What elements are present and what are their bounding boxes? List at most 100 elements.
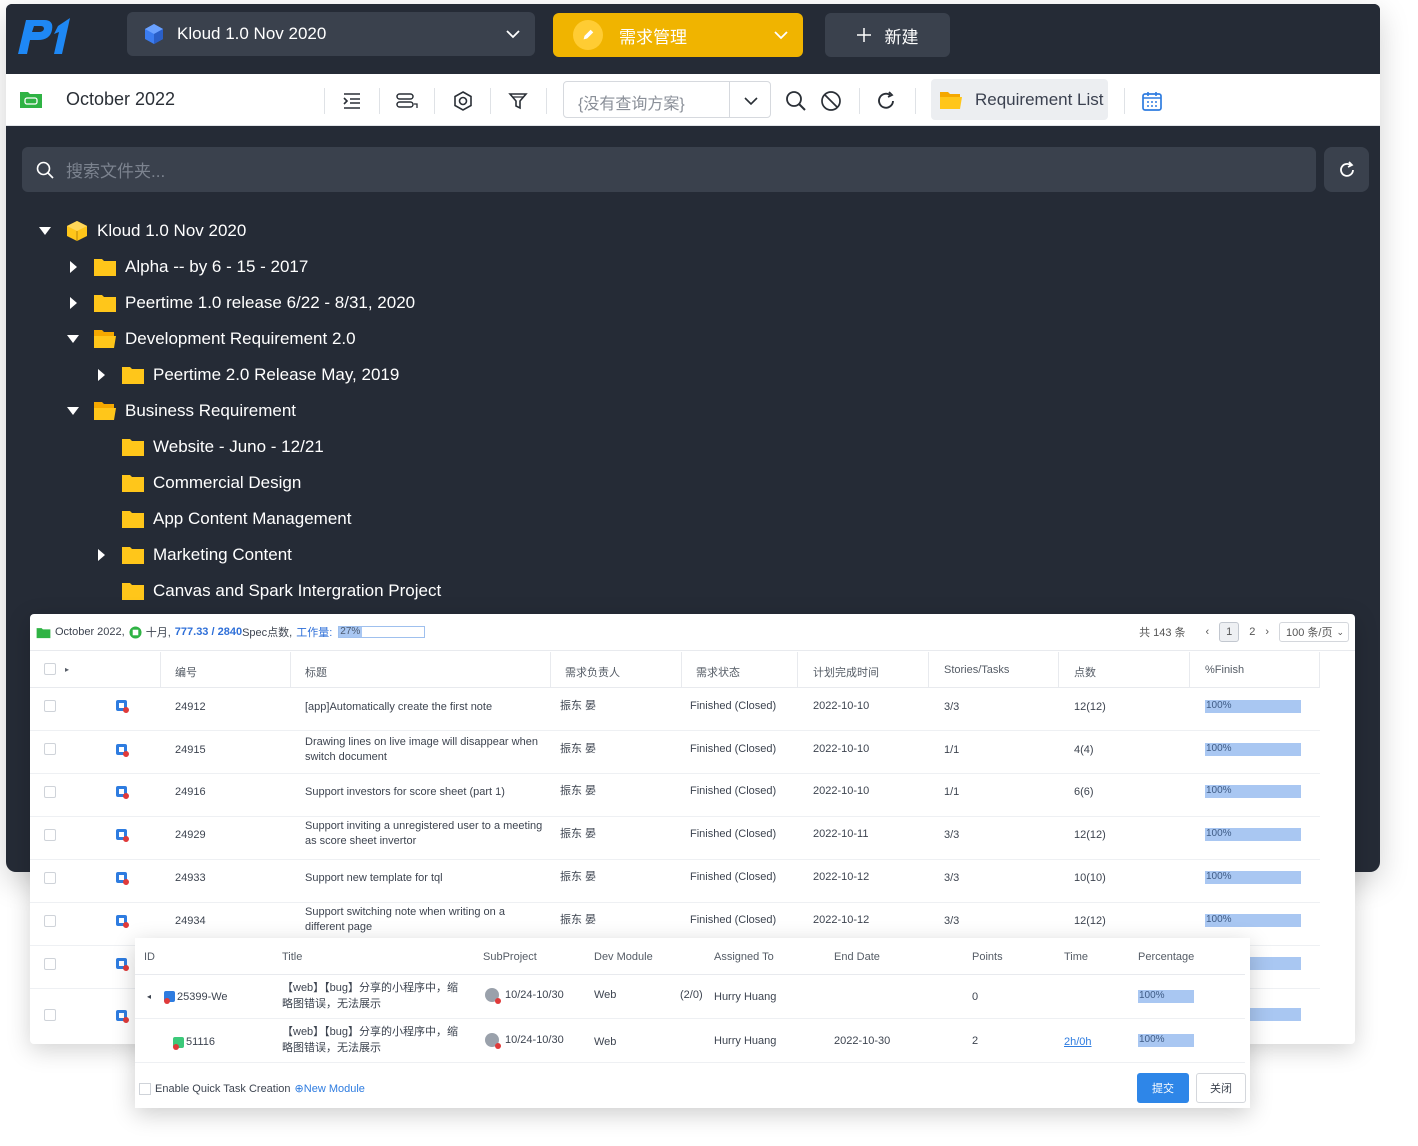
row-checkbox[interactable] [44,915,56,927]
tree-node-peertime-2[interactable]: Peertime 2.0 Release May, 2019 [94,360,399,390]
tree-node-commercial-design[interactable]: Commercial Design [122,468,301,498]
subtask-row[interactable]: 51116 【web】【bug】分享的小程序中，缩 略图错误，无法展示 10/2… [135,1019,1245,1063]
project-select[interactable]: Kloud 1.0 Nov 2020 [127,12,535,56]
row-id[interactable]: 24912 [175,700,206,715]
col-header-finish[interactable]: %Finish [1205,664,1244,676]
subtask-assigned[interactable]: Hurry Huang [714,990,776,1005]
prev-page-icon[interactable]: ‹ [1206,626,1210,638]
subtask-time-link[interactable]: 2h/0h [1064,1035,1092,1050]
tree-node-app-content[interactable]: App Content Management [122,504,351,534]
subtask-id[interactable]: 51116 [186,1035,215,1050]
tree-node-peertime-1[interactable]: Peertime 1.0 release 6/22 - 8/31, 2020 [66,288,415,318]
col-header-points[interactable]: 点数 [1074,664,1096,680]
subtask-subproject: 10/24-10/30 [485,988,564,1005]
row-checkbox[interactable] [44,700,56,712]
page-1-button[interactable]: 1 [1219,622,1240,642]
next-page-icon[interactable]: › [1265,626,1269,638]
col-header-title[interactable]: 标题 [305,664,327,680]
page-2-button[interactable]: 2 [1249,626,1255,638]
filter-icon[interactable] [505,88,531,114]
workload-label: 工作量: [296,627,333,639]
requirement-type-icon [116,915,129,928]
query-scheme-select[interactable]: {没有查询方案} [563,81,771,118]
row-title-line2[interactable]: as score sheet invertor [305,834,416,849]
indent-icon[interactable] [339,88,365,114]
add-circle-icon[interactable]: ⊕ [295,1082,304,1095]
page-size-select[interactable]: 100 条/页 ⌄ [1279,622,1349,642]
quick-create-checkbox[interactable] [139,1082,151,1095]
subtask-id[interactable]: 25399-We [177,990,228,1005]
folder-search-input[interactable]: 搜索文件夹... [22,147,1316,192]
row-title-line2[interactable]: switch document [305,750,387,765]
row-checkbox[interactable] [44,958,56,970]
table-row[interactable]: 24912 [app]Automatically create the firs… [30,688,1320,731]
tree-node-label: App Content Management [153,509,352,528]
row-title[interactable]: Support switching note when writing on a [305,905,505,920]
tree-node-canvas-spark[interactable]: Canvas and Spark Intergration Project [122,576,441,606]
tree-node-business-requirement[interactable]: Business Requirement [66,396,296,426]
row-title[interactable]: Support new template for tql [305,871,443,886]
refresh-tree-button[interactable] [1324,147,1369,192]
close-button[interactable]: 关闭 [1196,1073,1246,1103]
row-checkbox[interactable] [44,872,56,884]
col-header-due[interactable]: 计划完成时间 [813,664,879,680]
clear-icon[interactable] [818,88,844,114]
select-all-checkbox[interactable] [44,663,56,675]
requirement-list-button[interactable]: Requirement List [931,79,1108,120]
col-header-owner[interactable]: 需求负责人 [565,664,620,680]
col-header-id[interactable]: 编号 [175,664,197,680]
row-checkbox[interactable] [44,743,56,755]
module-select[interactable]: 需求管理 [553,13,803,57]
row-id[interactable]: 24934 [175,914,206,929]
tree-node-label: Business Requirement [125,401,297,420]
table-row[interactable]: 24933 Support new template for tql 振东 晏 … [30,860,1320,903]
col-header-stories[interactable]: Stories/Tasks [944,664,1009,676]
subtask-title[interactable]: 【web】【bug】分享的小程序中，缩 [282,981,458,996]
expand-caret-icon[interactable]: ▸ [65,665,69,674]
row-id[interactable]: 24929 [175,828,206,843]
calendar-icon[interactable] [1139,88,1165,114]
tree-node-root[interactable]: Kloud 1.0 Nov 2020 [38,216,246,246]
row-points: 12(12) [1074,829,1106,841]
column-divider [1189,652,1190,688]
tree-node-website-juno[interactable]: Website - Juno - 12/21 [122,432,324,462]
row-checkbox[interactable] [44,786,56,798]
row-finish-bar: 100% [1205,785,1301,798]
settings-icon[interactable] [450,88,476,114]
table-row[interactable]: 24916 Support investors for score sheet … [30,774,1320,817]
row-title[interactable]: Drawing lines on live image will disappe… [305,735,538,750]
subtask-assigned[interactable]: Hurry Huang [714,1034,776,1049]
workflow-icon[interactable] [394,88,420,114]
tree-node-dev-requirement[interactable]: Development Requirement 2.0 [66,324,356,354]
tree-node-alpha[interactable]: Alpha -- by 6 - 15 - 2017 [66,252,308,282]
row-checkbox[interactable] [44,1009,56,1021]
row-checkbox[interactable] [44,829,56,841]
sub-col-module: Dev Module [594,951,653,963]
col-header-status[interactable]: 需求状态 [696,664,740,680]
collapse-caret-icon[interactable]: ◂ [147,989,151,1004]
top-bar: Kloud 1.0 Nov 2020 需求管理 新建 [6,4,1380,74]
subtask-title[interactable]: 【web】【bug】分享的小程序中，缩 [282,1025,458,1040]
new-module-link[interactable]: New Module [304,1083,365,1095]
quick-create-label[interactable]: Enable Quick Task Creation [155,1083,291,1095]
row-id[interactable]: 24916 [175,785,206,800]
refresh-icon[interactable] [873,88,899,114]
row-title[interactable]: Support investors for score sheet (part … [305,785,505,800]
new-button[interactable]: 新建 [825,13,950,57]
tree-node-marketing[interactable]: Marketing Content [94,540,292,570]
row-finish-bar: 100% [1205,700,1301,713]
submit-button[interactable]: 提交 [1137,1073,1189,1103]
row-title-line2[interactable]: different page [305,920,372,935]
subtask-title-line2[interactable]: 略图错误，无法展示 [282,1041,381,1056]
folder-open-icon [94,402,116,420]
row-id[interactable]: 24915 [175,743,206,758]
table-row[interactable]: 24915 Drawing lines on live image will d… [30,731,1320,774]
row-title[interactable]: [app]Automatically create the first note [305,700,492,715]
row-id[interactable]: 24933 [175,871,206,886]
row-title[interactable]: Support inviting a unregistered user to … [305,819,542,834]
search-icon[interactable] [783,88,809,114]
subtask-row[interactable]: ◂ 25399-We 【web】【bug】分享的小程序中，缩 略图错误，无法展示… [135,975,1245,1019]
subtask-title-line2[interactable]: 略图错误，无法展示 [282,997,381,1012]
divider [546,88,547,114]
table-row[interactable]: 24929 Support inviting a unregistered us… [30,817,1320,860]
